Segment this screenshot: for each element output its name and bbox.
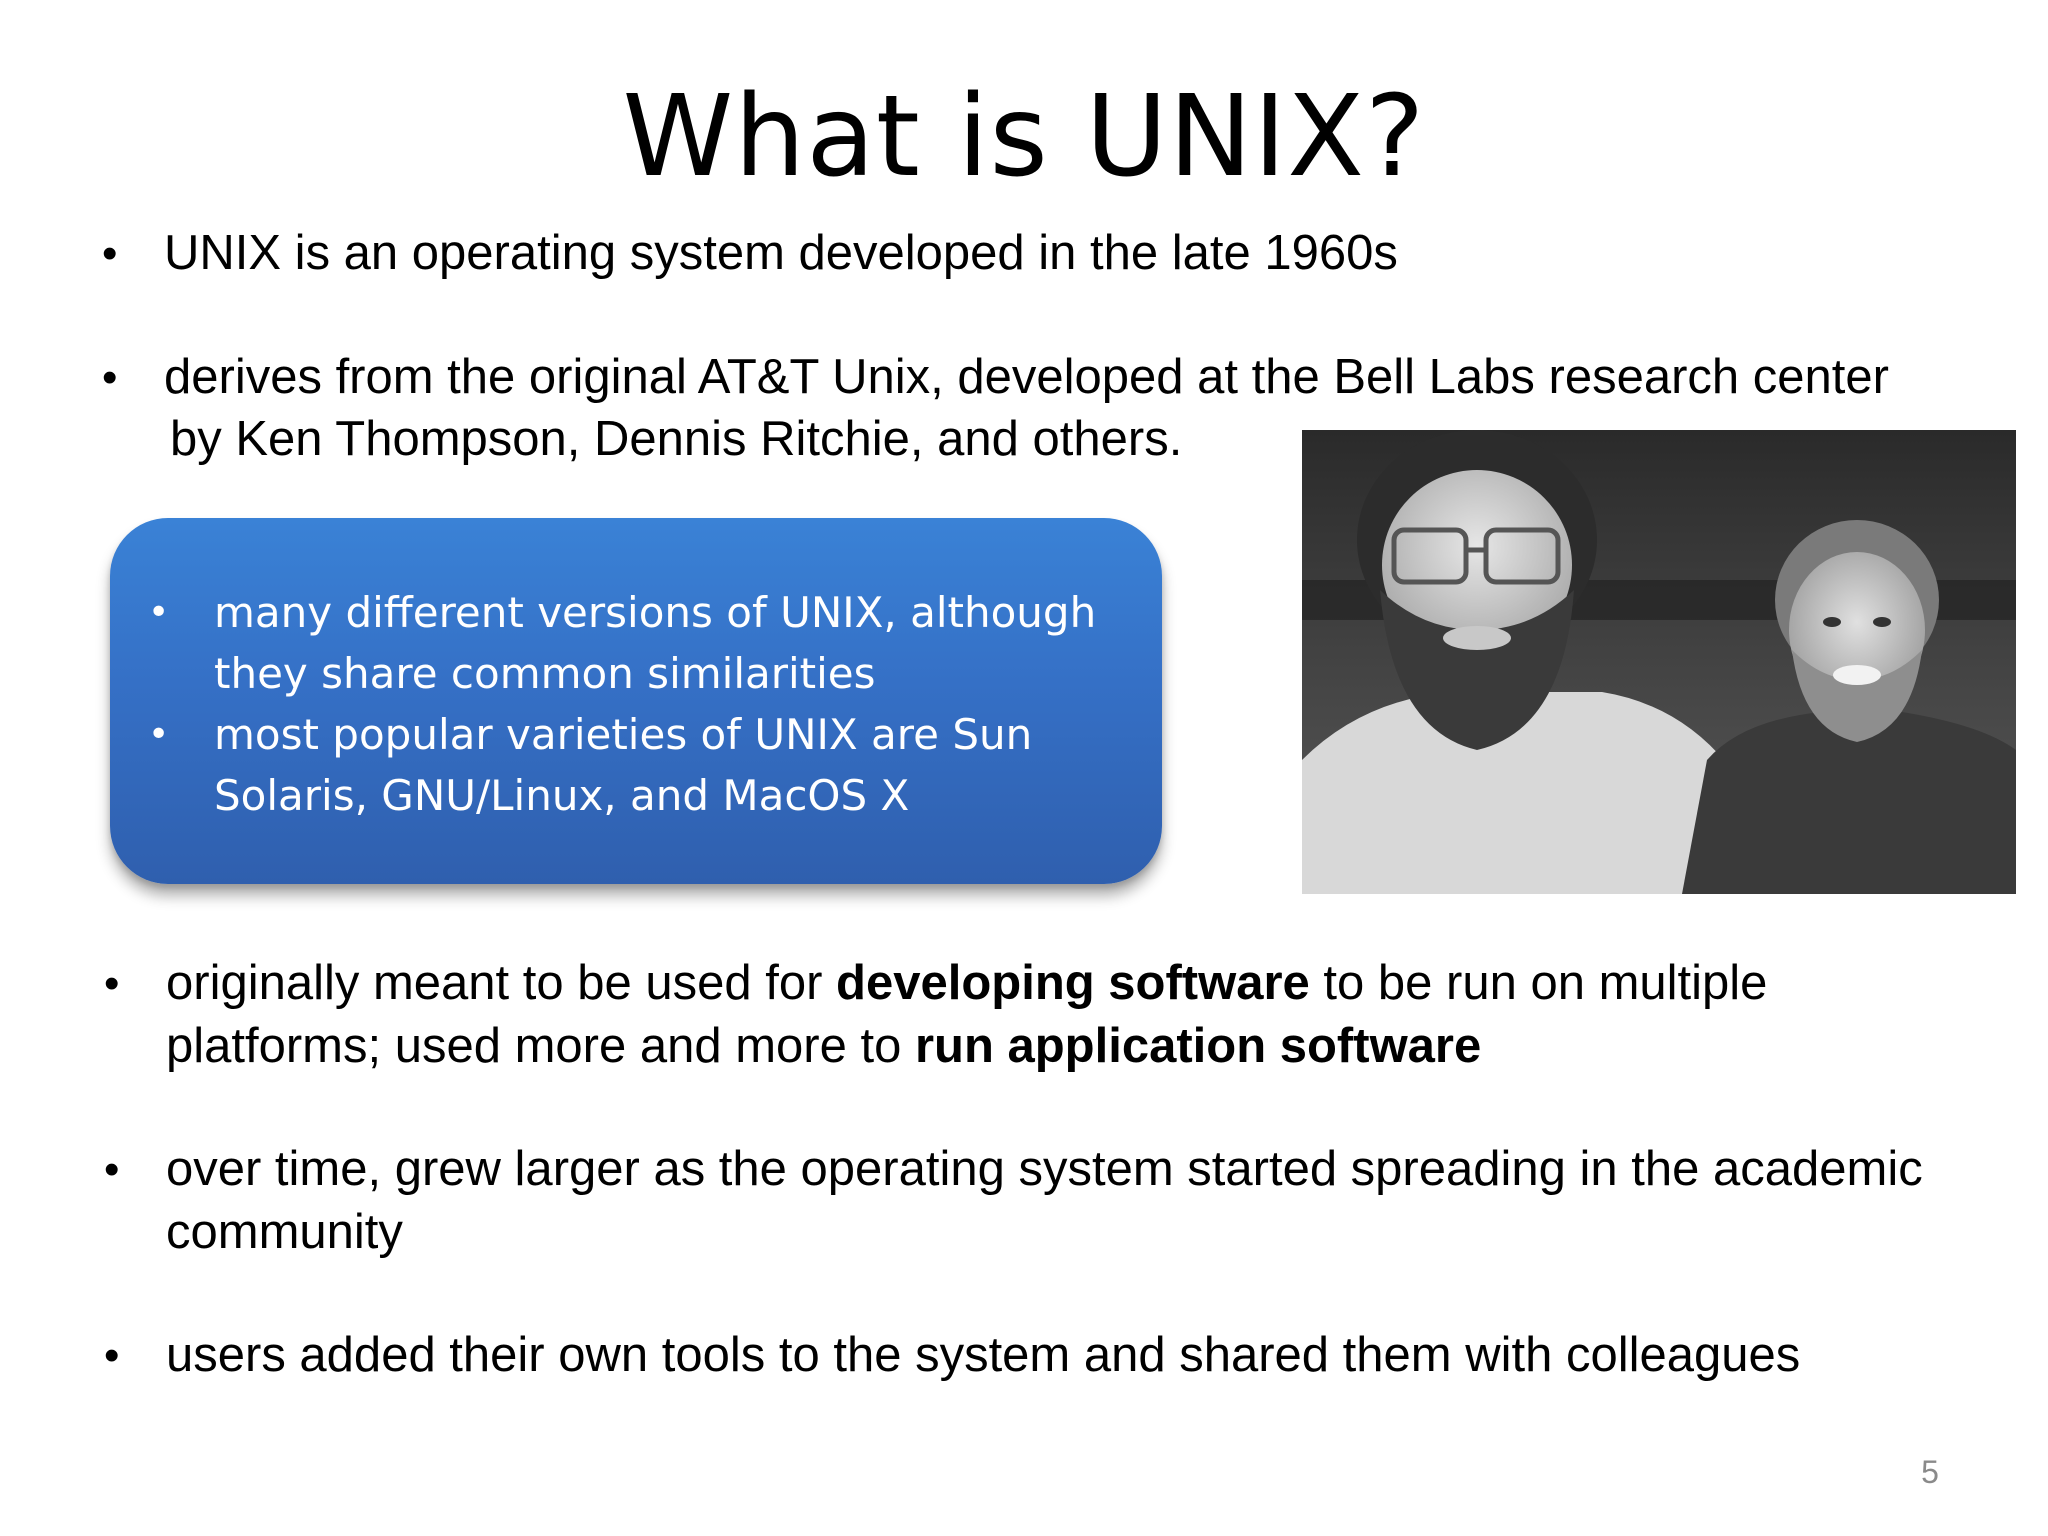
photo-thompson-ritchie <box>1302 430 2016 894</box>
bullet-original-purpose: • originally meant to be used for develo… <box>104 952 1924 1078</box>
bullet-text-line1: derives from the original AT&T Unix, dev… <box>164 350 1889 404</box>
callout-item: • many different versions of UNIX, altho… <box>148 582 1148 704</box>
page-number: 5 <box>1921 1454 1939 1490</box>
bullet-marker: • <box>148 714 170 755</box>
callout-list: • many different versions of UNIX, altho… <box>148 582 1148 826</box>
bullet-text: UNIX is an operating system developed in… <box>164 226 1398 280</box>
bullet-unix-definition: • UNIX is an operating system developed … <box>102 222 2002 285</box>
bullet-text: originally meant to be used for developi… <box>166 952 1924 1078</box>
bullet-text: users added their own tools to the syste… <box>166 1328 1801 1382</box>
callout-item: • most popular varieties of UNIX are Sun… <box>148 704 1148 826</box>
bullet-marker: • <box>104 1331 120 1380</box>
callout-item-text: many different versions of UNIX, althoug… <box>214 588 1097 698</box>
bullet-user-tools: • users added their own tools to the sys… <box>104 1324 1984 1387</box>
bullet-emphasis: developing software <box>836 956 1310 1010</box>
bullet-marker: • <box>148 592 170 633</box>
bullet-growth: • over time, grew larger as the operatin… <box>104 1138 1924 1264</box>
photo-image <box>1302 430 2016 894</box>
slide-title: What is UNIX? <box>622 72 1426 202</box>
bullet-marker: • <box>102 229 118 278</box>
bullet-text-part: originally meant to be used for <box>166 956 837 1010</box>
callout-box: • many different versions of UNIX, altho… <box>110 518 1162 884</box>
bullet-marker: • <box>102 353 118 402</box>
callout-item-text: most popular varieties of UNIX are Sun S… <box>214 710 1033 820</box>
bullet-emphasis: run application software <box>914 1019 1482 1073</box>
bullet-marker: • <box>104 959 120 1008</box>
bullet-text: over time, grew larger as the operating … <box>166 1142 1923 1259</box>
bullet-marker: • <box>104 1145 120 1194</box>
